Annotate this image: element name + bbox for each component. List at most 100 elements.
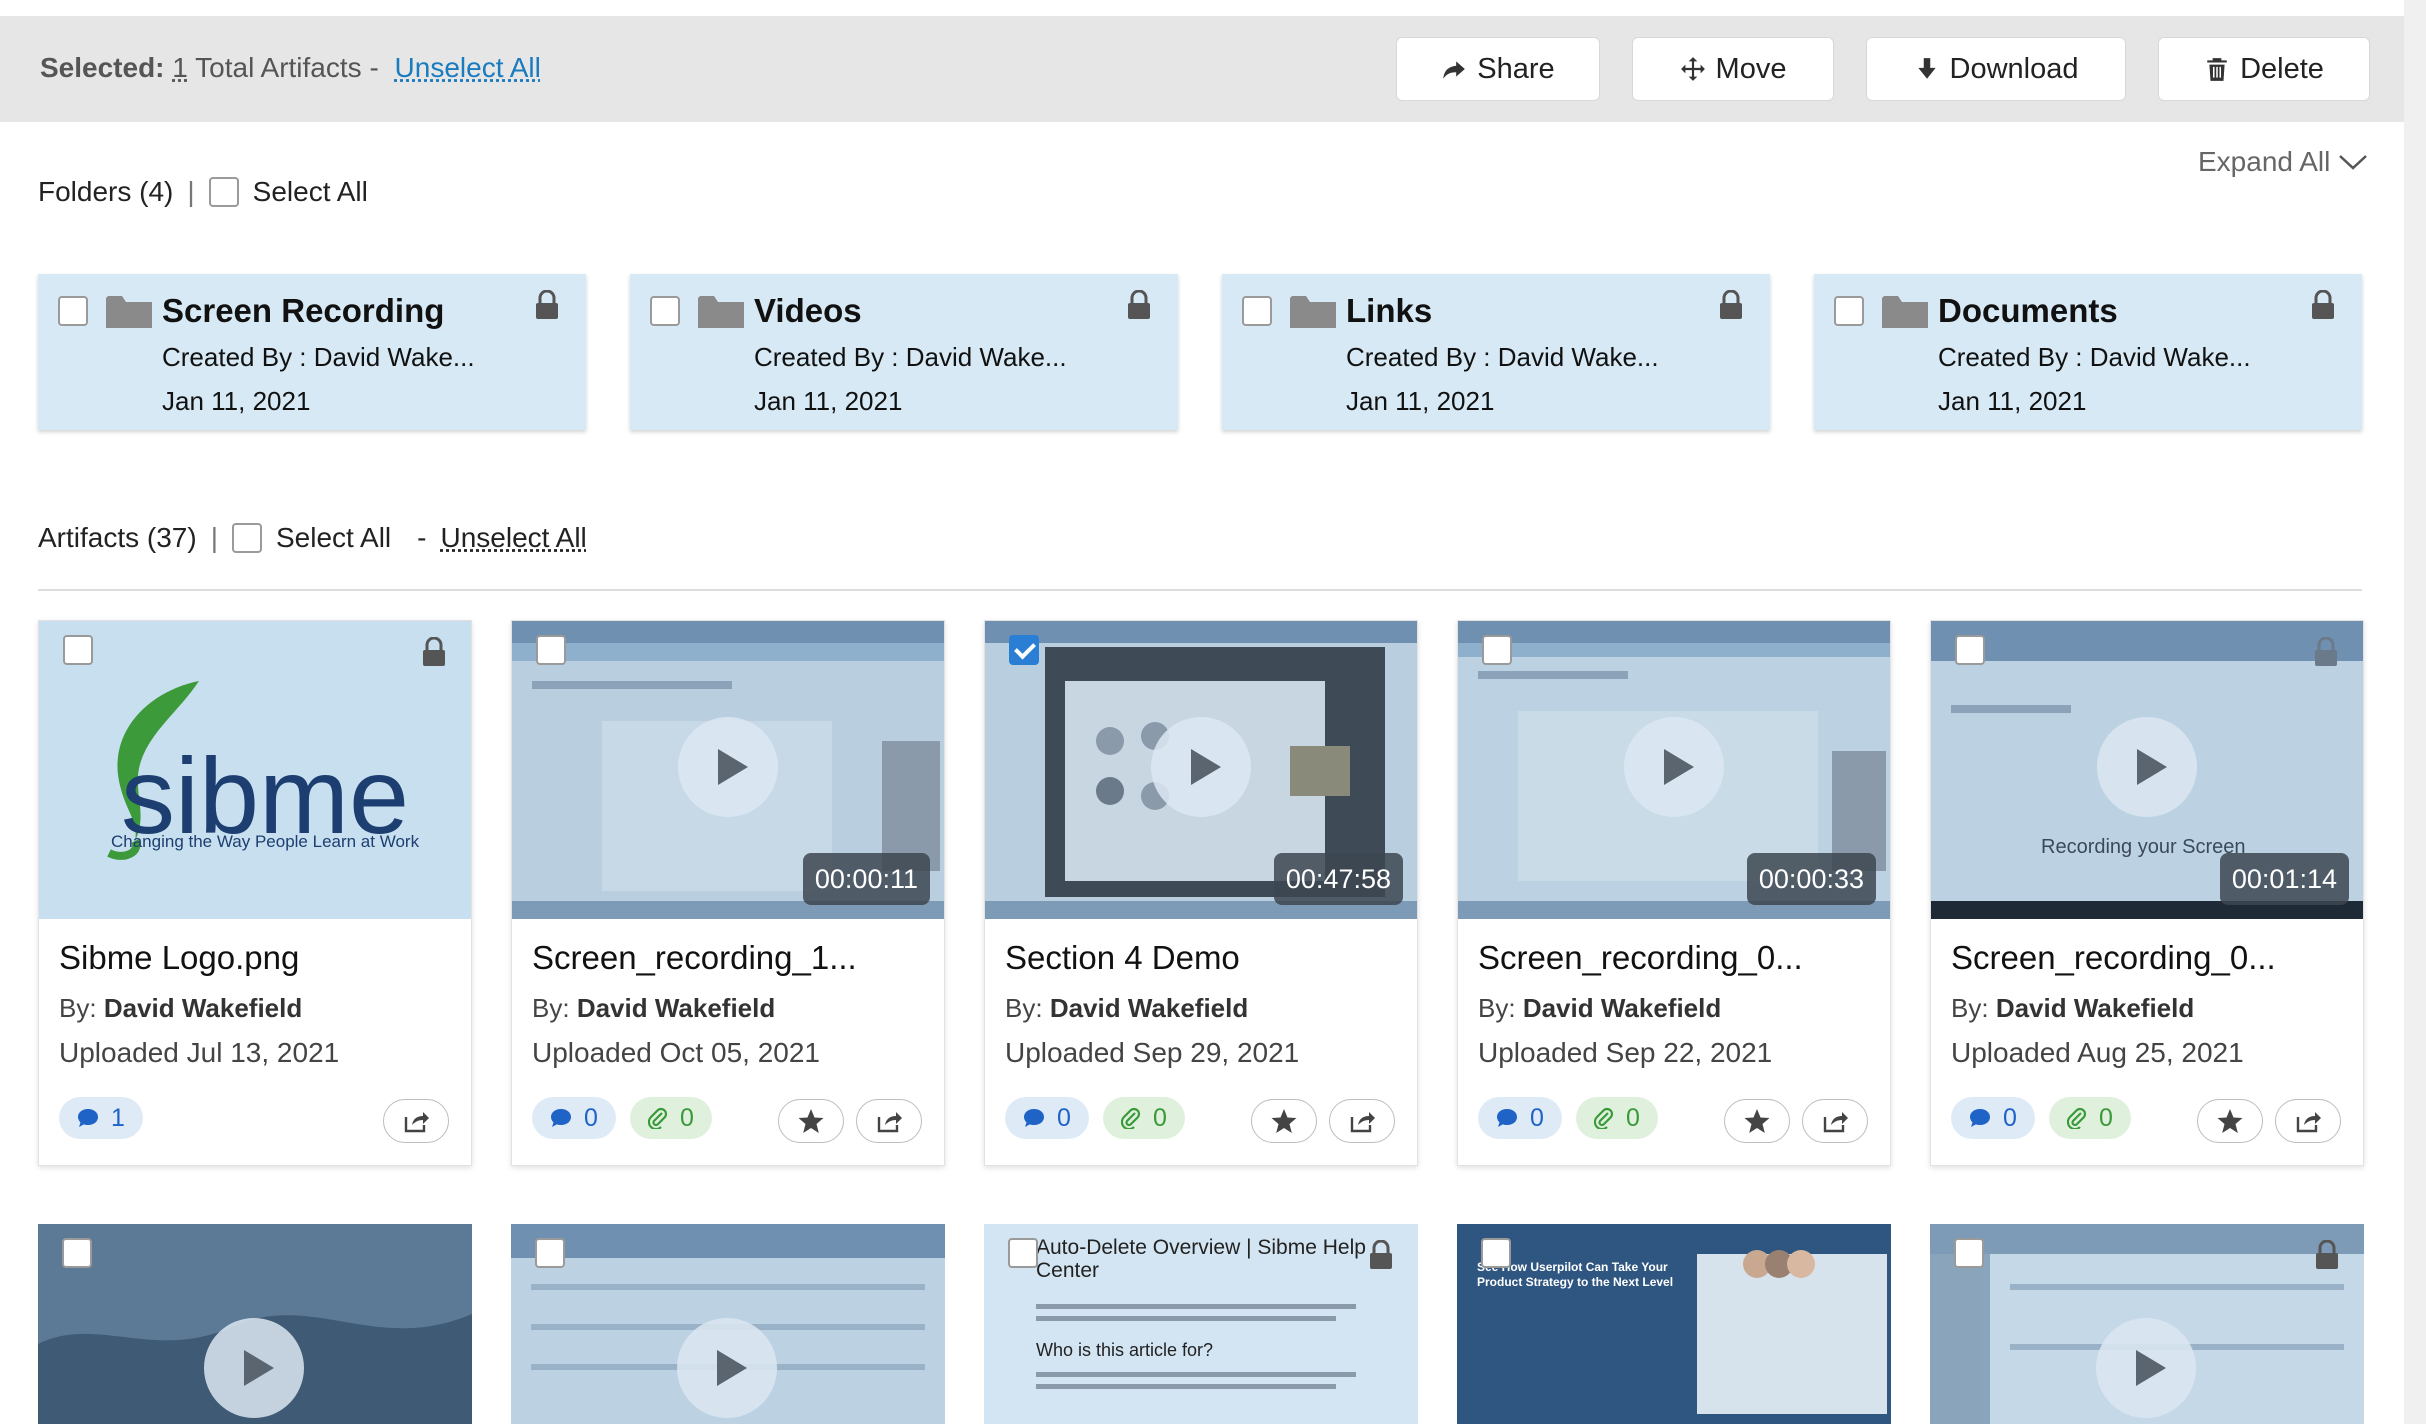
- artifact-checkbox[interactable]: [1009, 635, 1039, 665]
- folder-card[interactable]: Screen Recording Created By : David Wake…: [38, 274, 586, 430]
- favorite-button[interactable]: [1251, 1099, 1317, 1143]
- artifact-checkbox[interactable]: [1482, 635, 1512, 665]
- artifact-uploaded: Uploaded Aug 25, 2021: [1951, 1037, 2244, 1068]
- selected-label: Selected:: [40, 52, 165, 83]
- folders-select-all-label[interactable]: Select All: [253, 176, 368, 208]
- artifact-checkbox[interactable]: [1954, 1238, 1984, 1268]
- thumbnail-caption: Recording your Screen: [2041, 836, 2246, 858]
- folders-header: Folders (4) | Select All: [38, 176, 368, 208]
- artifact-checkbox[interactable]: [536, 635, 566, 665]
- attachments-pill[interactable]: 0: [1576, 1097, 1658, 1139]
- artifacts-unselect-all-link[interactable]: Unselect All: [440, 522, 586, 554]
- artifact-checkbox[interactable]: [1481, 1238, 1511, 1268]
- artifact-card[interactable]: Recording your Screen 00:01:14 Screen_re…: [1930, 620, 2364, 1166]
- artifact-card[interactable]: [1930, 1224, 2364, 1424]
- artifact-card[interactable]: 00:00:33 Screen_recording_0... By: David…: [1457, 620, 1891, 1166]
- favorite-button[interactable]: [2197, 1099, 2263, 1143]
- comments-pill[interactable]: 0: [1005, 1097, 1089, 1139]
- share-artifact-button[interactable]: [383, 1099, 449, 1143]
- play-button[interactable]: [1624, 717, 1724, 817]
- folders-count-label: Folders (4): [38, 176, 174, 207]
- artifact-title[interactable]: Screen_recording_0...: [1478, 939, 1803, 977]
- separator: |: [187, 176, 195, 207]
- move-button-label: Move: [1715, 52, 1787, 85]
- comment-icon: [1970, 1109, 1990, 1127]
- move-button[interactable]: Move: [1632, 37, 1834, 101]
- artifact-card[interactable]: sibme Changing the Way People Learn at W…: [38, 620, 472, 1166]
- artifact-checkbox[interactable]: [63, 635, 93, 665]
- author-name: David Wakefield: [103, 993, 303, 1023]
- artifacts-select-all-checkbox[interactable]: [231, 523, 262, 553]
- lock-icon: [1128, 290, 1150, 319]
- favorite-button[interactable]: [778, 1099, 844, 1143]
- unselect-all-link[interactable]: Unselect All: [395, 52, 541, 83]
- favorite-button[interactable]: [1724, 1099, 1790, 1143]
- share-button[interactable]: Share: [1396, 37, 1600, 101]
- artifact-checkbox[interactable]: [1008, 1238, 1038, 1268]
- share-box-icon: [2296, 1112, 2321, 1133]
- artifact-title[interactable]: Section 4 Demo: [1005, 939, 1240, 977]
- share-artifact-button[interactable]: [1802, 1099, 1868, 1143]
- download-button[interactable]: Download: [1866, 37, 2126, 101]
- artifact-thumbnail[interactable]: Recording your Screen 00:01:14: [1931, 621, 2363, 919]
- artifact-card[interactable]: See How Userpilot Can Take Your Product …: [1457, 1224, 1891, 1424]
- folder-checkbox[interactable]: [58, 296, 88, 326]
- folder-icon: [1290, 296, 1336, 328]
- comments-pill[interactable]: 1: [59, 1097, 143, 1139]
- attachments-pill[interactable]: 0: [2049, 1097, 2131, 1139]
- folder-card[interactable]: Documents Created By : David Wake... Jan…: [1814, 274, 2362, 430]
- comments-pill[interactable]: 0: [1951, 1097, 2035, 1139]
- author-name: David Wakefield: [1995, 993, 2195, 1023]
- folder-card[interactable]: Links Created By : David Wake... Jan 11,…: [1222, 274, 1770, 430]
- attachments-pill[interactable]: 0: [630, 1097, 712, 1139]
- artifact-card[interactable]: [511, 1224, 945, 1424]
- artifact-title[interactable]: Screen_recording_0...: [1951, 939, 2276, 977]
- attachments-pill[interactable]: 0: [1103, 1097, 1185, 1139]
- artifact-thumbnail[interactable]: 00:00:33: [1458, 621, 1890, 919]
- play-button[interactable]: [2096, 1318, 2196, 1418]
- star-icon: [1744, 1109, 1770, 1133]
- selected-count: 1: [172, 52, 188, 83]
- artifact-title[interactable]: Sibme Logo.png: [59, 939, 299, 977]
- delete-button[interactable]: Delete: [2158, 37, 2370, 101]
- comments-pill[interactable]: 0: [1478, 1097, 1562, 1139]
- folder-title: Screen Recording: [162, 292, 445, 329]
- artifact-checkbox[interactable]: [62, 1238, 92, 1268]
- artifact-thumbnail[interactable]: sibme Changing the Way People Learn at W…: [39, 621, 471, 919]
- folder-checkbox[interactable]: [1242, 296, 1272, 326]
- by-prefix: By:: [532, 993, 570, 1023]
- artifact-card[interactable]: 00:47:58 Section 4 Demo By: David Wakefi…: [984, 620, 1418, 1166]
- share-artifact-button[interactable]: [1329, 1099, 1395, 1143]
- folder-checkbox[interactable]: [650, 296, 680, 326]
- by-prefix: By:: [1951, 993, 1989, 1023]
- paperclip-icon: [1121, 1107, 1141, 1129]
- play-button[interactable]: [1151, 717, 1251, 817]
- artifacts-select-all-label[interactable]: Select All: [276, 522, 391, 554]
- folder-date: Jan 11, 2021: [1938, 386, 2087, 416]
- comments-pill[interactable]: 0: [532, 1097, 616, 1139]
- artifact-author: By: David Wakefield: [1951, 993, 2194, 1024]
- artifact-checkbox[interactable]: [1955, 635, 1985, 665]
- folder-card[interactable]: Videos Created By : David Wake... Jan 11…: [630, 274, 1178, 430]
- play-button[interactable]: [677, 1318, 777, 1418]
- play-button[interactable]: [678, 717, 778, 817]
- scrollbar-track[interactable]: [2404, 0, 2426, 1424]
- artifact-thumbnail[interactable]: 00:47:58: [985, 621, 1417, 919]
- artifact-title[interactable]: Screen_recording_1...: [532, 939, 857, 977]
- artifact-thumbnail[interactable]: 00:00:11: [512, 621, 944, 919]
- artifact-checkbox[interactable]: [535, 1238, 565, 1268]
- expand-all-toggle[interactable]: Expand All: [2198, 146, 2368, 178]
- artifact-card[interactable]: Auto-Delete Overview | Sibme Help Center…: [984, 1224, 1418, 1424]
- share-artifact-button[interactable]: [2275, 1099, 2341, 1143]
- artifact-author: By: David Wakefield: [532, 993, 775, 1024]
- artifact-card[interactable]: [38, 1224, 472, 1424]
- artifact-card[interactable]: 00:00:11 Screen_recording_1... By: David…: [511, 620, 945, 1166]
- folder-checkbox[interactable]: [1834, 296, 1864, 326]
- total-artifacts-text: Total Artifacts: [195, 52, 362, 83]
- trash-icon: [2207, 58, 2227, 81]
- play-button[interactable]: [2097, 717, 2197, 817]
- folders-select-all-checkbox[interactable]: [208, 177, 239, 207]
- play-button[interactable]: [204, 1318, 304, 1418]
- share-artifact-button[interactable]: [856, 1099, 922, 1143]
- artifact-author: By: David Wakefield: [1478, 993, 1721, 1024]
